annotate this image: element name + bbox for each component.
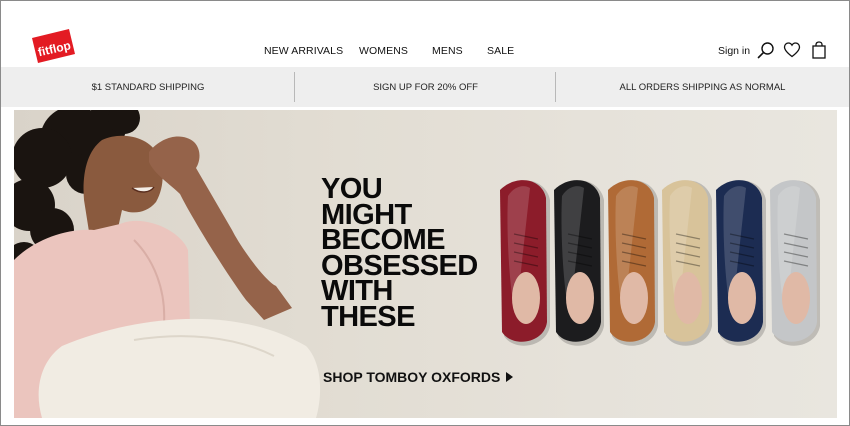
shop-tomboy-oxfords-link[interactable]: SHOP TOMBOY OXFORDS <box>323 369 514 385</box>
nav-womens[interactable]: WOMENS <box>359 45 408 57</box>
hero-model-image <box>14 110 324 418</box>
search-icon[interactable] <box>757 41 775 59</box>
headline-line: THESE <box>321 300 415 333</box>
promo-signup[interactable]: SIGN UP FOR 20% OFF <box>295 67 556 107</box>
oxford-shoes-image <box>498 176 820 354</box>
site-header: fitflop NEW ARRIVALS WOMENS MENS SALE Si… <box>1 1 849 67</box>
nav-mens[interactable]: MENS <box>432 45 463 57</box>
hero-headline: YOU MIGHT BECOME OBSESSED WITH THESE <box>321 175 501 330</box>
sign-in-link[interactable]: Sign in <box>718 45 750 57</box>
promo-bar: $1 STANDARD SHIPPING SIGN UP FOR 20% OFF… <box>1 67 849 107</box>
cta-label: SHOP TOMBOY OXFORDS <box>323 369 501 385</box>
shopping-bag-icon[interactable] <box>810 41 828 59</box>
nav-sale[interactable]: SALE <box>487 45 514 57</box>
oxford-shoe <box>554 180 604 346</box>
heart-icon[interactable] <box>783 41 801 59</box>
play-arrow-icon <box>506 372 514 382</box>
hero-banner[interactable]: YOU MIGHT BECOME OBSESSED WITH THESE SHO… <box>14 110 837 418</box>
oxford-shoe <box>500 180 550 346</box>
oxford-shoe <box>608 180 658 346</box>
oxford-shoe <box>662 180 712 346</box>
nav-new-arrivals[interactable]: NEW ARRIVALS <box>264 45 343 57</box>
oxford-shoe <box>770 180 820 346</box>
promo-orders-shipping[interactable]: ALL ORDERS SHIPPING AS NORMAL <box>556 67 849 107</box>
oxford-shoe <box>716 180 766 346</box>
promo-shipping[interactable]: $1 STANDARD SHIPPING <box>1 67 295 107</box>
